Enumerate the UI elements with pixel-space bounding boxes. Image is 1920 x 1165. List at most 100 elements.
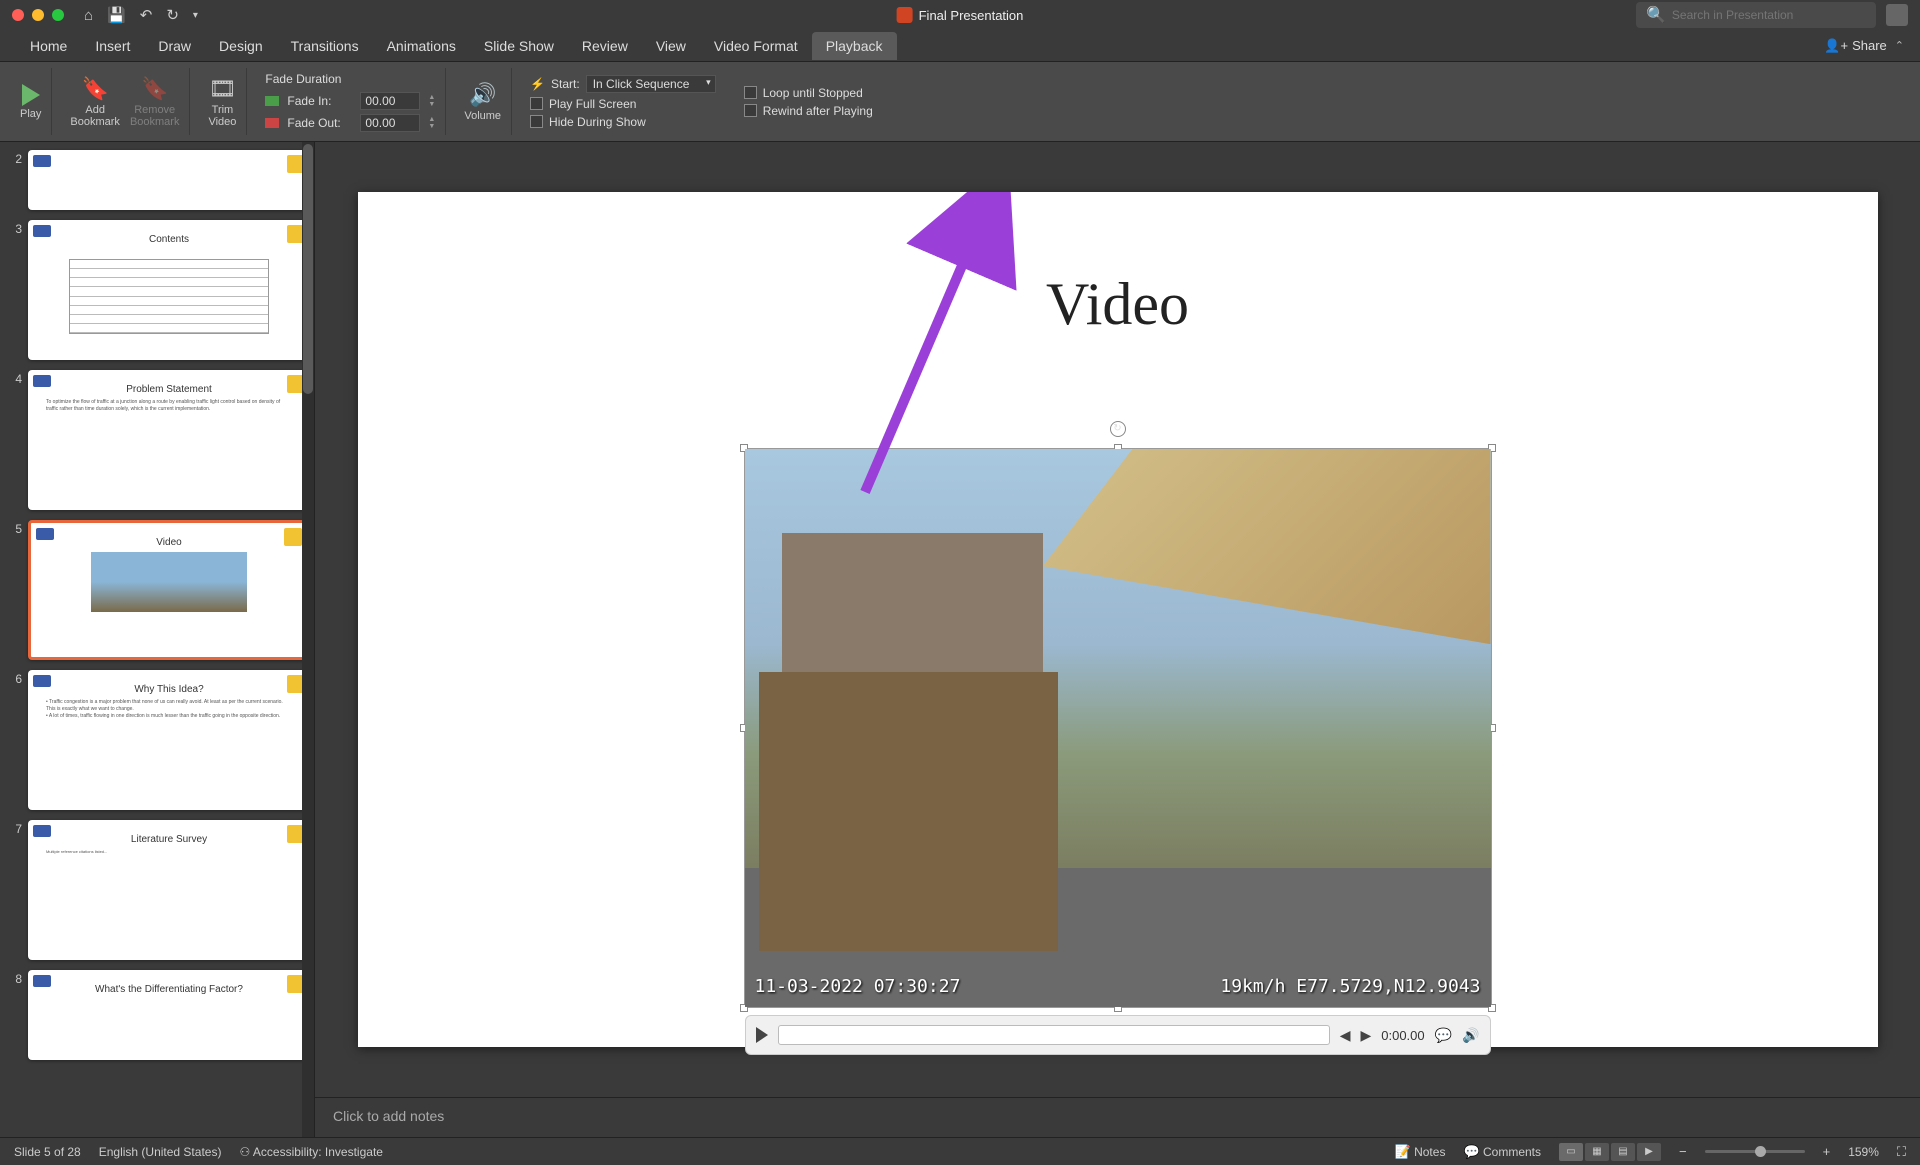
volume-button[interactable]: 🔊 Volume xyxy=(464,82,501,122)
slide-thumb-5[interactable]: Video xyxy=(28,520,310,660)
maximize-window[interactable] xyxy=(52,9,64,21)
animation-icon: ⚡ xyxy=(530,77,545,91)
add-bookmark-icon: 🔖 xyxy=(81,76,108,102)
window-controls xyxy=(12,9,64,21)
zoom-out-button[interactable]: − xyxy=(1679,1144,1687,1159)
video-caption-icon[interactable]: 💬 xyxy=(1435,1027,1452,1044)
thumb-number: 5 xyxy=(8,520,22,660)
thumb-number: 8 xyxy=(8,970,22,1060)
start-dropdown[interactable]: In Click Sequence ▾ xyxy=(586,75,716,93)
window-title: Final Presentation xyxy=(897,7,1024,23)
save-icon[interactable]: 💾 xyxy=(107,6,126,24)
tab-video-format[interactable]: Video Format xyxy=(700,32,812,60)
fade-out-label: Fade Out: xyxy=(287,116,352,130)
tab-transitions[interactable]: Transitions xyxy=(277,32,373,60)
slide-canvas[interactable]: Video ↻ 11-03-2022 xyxy=(315,142,1920,1097)
video-timestamp: 11-03-2022 07:30:27 xyxy=(755,976,961,997)
notes-pane[interactable]: Click to add notes xyxy=(315,1097,1920,1137)
hide-during-show-label: Hide During Show xyxy=(549,115,646,129)
fade-in-label: Fade In: xyxy=(287,94,352,108)
fade-out-spinner[interactable]: ▲▼ xyxy=(428,116,435,130)
thumbs-scrollbar[interactable] xyxy=(302,142,314,1137)
minimize-window[interactable] xyxy=(32,9,44,21)
ribbon-collapse-icon[interactable]: ⌃ xyxy=(1895,39,1904,52)
slide: Video ↻ 11-03-2022 xyxy=(358,192,1878,1047)
add-bookmark-button[interactable]: 🔖 Add Bookmark xyxy=(70,76,120,128)
qat-dropdown-icon[interactable]: ▾ xyxy=(193,10,198,21)
hide-during-show-checkbox[interactable] xyxy=(530,115,543,128)
video-seek-track[interactable] xyxy=(778,1025,1330,1045)
fade-in-input[interactable] xyxy=(360,92,420,110)
search-input[interactable] xyxy=(1672,8,1866,22)
video-volume-icon[interactable]: 🔊 xyxy=(1462,1027,1479,1044)
loop-checkbox[interactable] xyxy=(744,86,757,99)
video-step-back-icon[interactable]: ◀ xyxy=(1340,1027,1351,1044)
search-box[interactable]: 🔍 xyxy=(1636,2,1876,28)
loop-label: Loop until Stopped xyxy=(763,86,863,100)
fade-duration-label: Fade Duration xyxy=(265,72,435,86)
slide-counter[interactable]: Slide 5 of 28 xyxy=(14,1145,81,1159)
undo-icon[interactable]: ↶ xyxy=(140,6,153,24)
annotation-arrow xyxy=(845,192,1025,512)
fade-in-spinner[interactable]: ▲▼ xyxy=(428,94,435,108)
redo-icon[interactable]: ↻ xyxy=(166,6,179,24)
tab-slide-show[interactable]: Slide Show xyxy=(470,32,568,60)
play-icon xyxy=(22,84,40,106)
slide-thumb-2[interactable] xyxy=(28,150,310,210)
tab-insert[interactable]: Insert xyxy=(81,32,144,60)
zoom-level[interactable]: 159% xyxy=(1848,1145,1879,1159)
trim-video-button[interactable]: 🎞 Trim Video xyxy=(208,76,236,128)
scrollbar-thumb[interactable] xyxy=(303,144,313,394)
slideshow-view-button[interactable]: ▶ xyxy=(1637,1143,1661,1161)
remove-bookmark-icon: 🔖 xyxy=(141,76,168,102)
comments-icon: 💬 xyxy=(1463,1144,1479,1159)
zoom-in-button[interactable]: + xyxy=(1823,1144,1831,1159)
video-step-forward-icon[interactable]: ▶ xyxy=(1360,1027,1371,1044)
zoom-slider[interactable] xyxy=(1705,1150,1805,1153)
user-avatar[interactable] xyxy=(1886,4,1908,26)
rotate-handle[interactable]: ↻ xyxy=(1110,421,1126,437)
tab-view[interactable]: View xyxy=(642,32,700,60)
tab-home[interactable]: Home xyxy=(16,32,81,60)
normal-view-button[interactable]: ▭ xyxy=(1559,1143,1583,1161)
play-fullscreen-checkbox[interactable] xyxy=(530,97,543,110)
fade-out-icon xyxy=(265,118,279,128)
video-gps: 19km/h E77.5729,N12.9043 xyxy=(1220,976,1480,997)
slide-thumb-4[interactable]: Problem Statement To optimize the flow o… xyxy=(28,370,310,510)
notes-button[interactable]: 📝 Notes xyxy=(1395,1144,1446,1160)
reading-view-button[interactable]: ▤ xyxy=(1611,1143,1635,1161)
thumb-number: 7 xyxy=(8,820,22,960)
slide-thumb-3[interactable]: Contents xyxy=(28,220,310,360)
video-play-button[interactable] xyxy=(756,1027,768,1043)
play-fullscreen-label: Play Full Screen xyxy=(549,97,636,111)
play-button[interactable]: Play xyxy=(20,84,41,120)
tab-playback[interactable]: Playback xyxy=(812,32,897,60)
language-indicator[interactable]: English (United States) xyxy=(99,1145,222,1159)
slide-thumb-7[interactable]: Literature Survey Multiple reference cit… xyxy=(28,820,310,960)
accessibility-button[interactable]: ⚇ Accessibility: Investigate xyxy=(239,1145,383,1159)
thumb-number: 2 xyxy=(8,150,22,210)
share-button[interactable]: 👤+ Share xyxy=(1824,38,1886,54)
canvas-wrap: Video ↻ 11-03-2022 xyxy=(315,142,1920,1137)
tab-review[interactable]: Review xyxy=(568,32,642,60)
home-icon[interactable]: ⌂ xyxy=(84,7,93,24)
tab-draw[interactable]: Draw xyxy=(144,32,205,60)
tab-design[interactable]: Design xyxy=(205,32,277,60)
comments-button[interactable]: 💬 Comments xyxy=(1463,1144,1541,1160)
thumb-number: 6 xyxy=(8,670,22,810)
close-window[interactable] xyxy=(12,9,24,21)
rewind-checkbox[interactable] xyxy=(744,104,757,117)
video-object[interactable]: ↻ 11-03-2022 07:30:27 19k xyxy=(744,448,1492,1008)
fade-out-input[interactable] xyxy=(360,114,420,132)
search-icon: 🔍 xyxy=(1646,5,1666,25)
document-title: Final Presentation xyxy=(919,8,1024,23)
sorter-view-button[interactable]: ▦ xyxy=(1585,1143,1609,1161)
slide-thumbnails: 2 3 Contents 4 Problem Statement To opti… xyxy=(0,142,315,1137)
slide-title[interactable]: Video xyxy=(1046,270,1189,339)
thumb-number: 4 xyxy=(8,370,22,510)
slide-thumb-8[interactable]: What's the Differentiating Factor? xyxy=(28,970,310,1060)
fit-to-window-button[interactable]: ⛶ xyxy=(1897,1144,1906,1160)
zoom-slider-thumb[interactable] xyxy=(1755,1146,1766,1157)
slide-thumb-6[interactable]: Why This Idea? • Traffic congestion is a… xyxy=(28,670,310,810)
tab-animations[interactable]: Animations xyxy=(373,32,470,60)
